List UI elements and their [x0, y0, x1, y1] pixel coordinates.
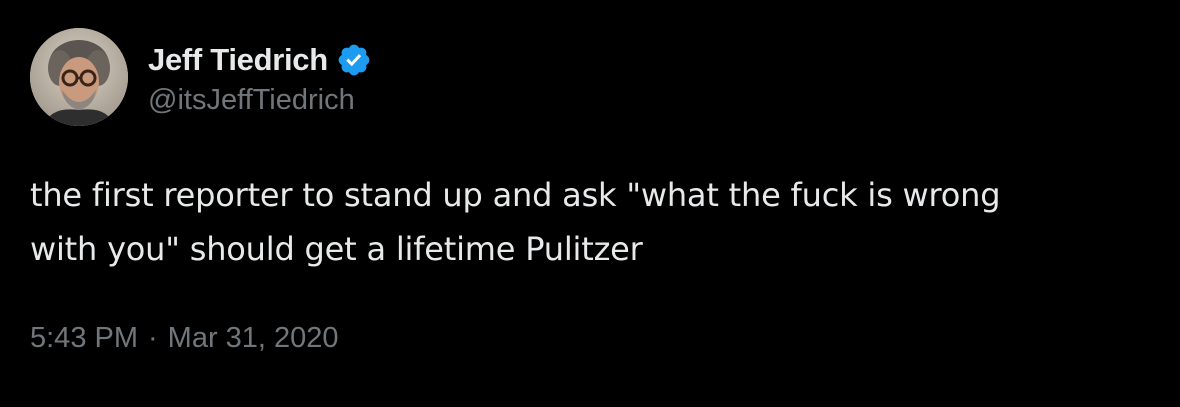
tweet-header: Jeff Tiedrich @itsJeffTiedrich — [30, 28, 372, 126]
name-row: Jeff Tiedrich — [148, 38, 372, 82]
tweet-card: Jeff Tiedrich @itsJeffTiedrich the first… — [0, 0, 1180, 407]
display-name[interactable]: Jeff Tiedrich — [148, 42, 328, 78]
tweet-date[interactable]: Mar 31, 2020 — [168, 322, 339, 355]
avatar[interactable] — [30, 28, 128, 126]
avatar-photo-icon — [30, 28, 128, 126]
verified-badge-icon[interactable] — [336, 42, 372, 78]
author-names: Jeff Tiedrich @itsJeffTiedrich — [148, 38, 372, 117]
meta-separator: · — [148, 322, 158, 354]
author-handle[interactable]: @itsJeffTiedrich — [148, 84, 372, 117]
tweet-time[interactable]: 5:43 PM — [30, 322, 138, 355]
tweet-meta: 5:43 PM · Mar 31, 2020 — [30, 322, 339, 355]
tweet-text: the first reporter to stand up and ask "… — [30, 176, 1001, 268]
